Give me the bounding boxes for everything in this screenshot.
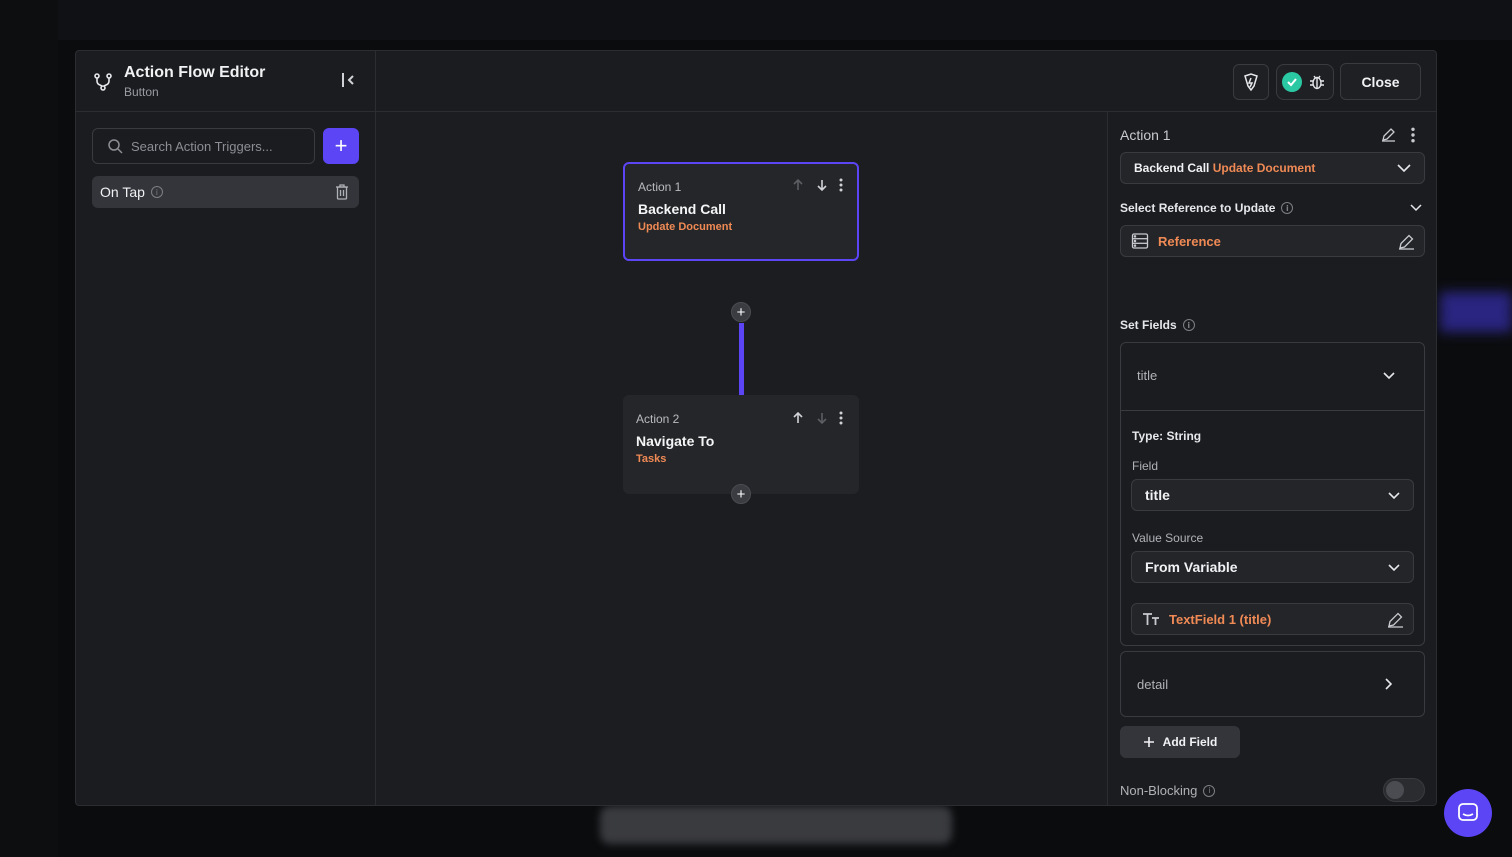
background-toolbar xyxy=(0,0,1512,40)
chevron-right-icon xyxy=(1385,678,1393,690)
field-type: Type: String xyxy=(1132,429,1202,443)
add-field-button[interactable]: Add Field xyxy=(1120,726,1240,758)
info-icon: i xyxy=(1182,319,1195,331)
toggle-knob xyxy=(1386,781,1404,799)
bolt-icon xyxy=(1244,73,1258,92)
field-name: title xyxy=(1137,368,1158,383)
value-source: From Variable xyxy=(1145,559,1238,575)
add-field-label: Add Field xyxy=(1162,735,1218,749)
card-controls xyxy=(791,411,843,425)
action-detail: Tasks xyxy=(636,453,667,465)
trigger-item-on-tap[interactable]: On Tap i xyxy=(92,176,359,208)
non-blocking-row: Non-Blocking i xyxy=(1120,783,1216,798)
search-box[interactable] xyxy=(92,128,315,164)
action-name: Navigate To xyxy=(636,433,715,449)
action-subtype: Update Document xyxy=(1212,161,1316,175)
flow-connector xyxy=(739,323,744,395)
add-action-button-1[interactable]: + xyxy=(731,302,751,322)
background-sidebar xyxy=(0,0,58,857)
arrow-down-icon[interactable] xyxy=(815,178,829,192)
field-item-title: title Type: String Field title Value Sou… xyxy=(1120,342,1425,646)
more-icon[interactable] xyxy=(1410,127,1416,143)
action-type: Backend Call xyxy=(1134,161,1210,175)
add-trigger-button[interactable]: + xyxy=(323,128,359,164)
close-button[interactable]: Close xyxy=(1340,63,1421,100)
info-icon: i xyxy=(1203,784,1216,797)
action-title: Action 1 xyxy=(1120,127,1171,143)
flow-canvas[interactable]: Action 1 Backend Call Update Document + … xyxy=(376,112,1107,805)
info-icon: i xyxy=(1281,202,1294,214)
value-source-label: Value Source xyxy=(1132,531,1204,545)
field-header[interactable]: title xyxy=(1121,343,1424,411)
trigger-panel: + On Tap i xyxy=(76,112,376,805)
editor-header: Action Flow Editor Button xyxy=(76,51,376,112)
plus-icon xyxy=(1143,737,1154,747)
action-card-1[interactable]: Action 1 Backend Call Update Document xyxy=(623,162,859,261)
chevron-down-icon xyxy=(1388,564,1400,572)
action-number: Action 1 xyxy=(638,180,682,194)
more-icon[interactable] xyxy=(839,411,843,425)
arrow-up-icon[interactable] xyxy=(791,411,805,425)
action-properties-panel: Action 1 Backend Call Update Document Se… xyxy=(1107,112,1436,805)
search-input[interactable] xyxy=(131,138,311,154)
add-action-button-2[interactable]: + xyxy=(731,484,751,504)
field-select[interactable]: title xyxy=(1131,479,1414,511)
background-bottom-bar xyxy=(600,806,952,844)
reference-value: Reference xyxy=(1158,233,1221,249)
chat-button[interactable] xyxy=(1444,789,1492,837)
page-subtitle: Button xyxy=(124,85,159,99)
action-name: Backend Call xyxy=(638,201,726,217)
action-card-2[interactable]: Action 2 Navigate To Tasks xyxy=(623,395,859,494)
non-blocking-toggle[interactable] xyxy=(1383,778,1425,802)
flow-icon xyxy=(94,73,112,91)
set-fields-label: Set Fields xyxy=(1120,318,1177,332)
chevron-down-icon xyxy=(1383,372,1395,380)
trigger-label: On Tap xyxy=(100,184,145,200)
bug-icon[interactable] xyxy=(1308,73,1326,91)
ai-button[interactable] xyxy=(1233,64,1269,100)
ref-label: Select Reference to Update xyxy=(1120,201,1276,215)
arrow-down-icon[interactable] xyxy=(815,411,829,425)
chevron-down-icon xyxy=(1410,204,1422,212)
info-icon: i xyxy=(150,186,163,198)
database-icon xyxy=(1131,233,1149,249)
field-label: Field xyxy=(1132,459,1159,473)
reference-field[interactable]: Reference xyxy=(1120,225,1425,257)
chevron-down-icon xyxy=(1397,164,1411,173)
search-icon xyxy=(108,139,123,154)
value-source-select[interactable]: From Variable xyxy=(1131,551,1414,583)
editor-toolbar: Close xyxy=(376,51,1436,112)
variable-field[interactable]: TextField 1 (title) xyxy=(1131,603,1414,635)
action-detail: Update Document xyxy=(638,221,733,233)
edit-icon[interactable] xyxy=(1381,127,1396,142)
non-blocking-label: Non-Blocking xyxy=(1120,783,1198,798)
edit-icon[interactable] xyxy=(1398,233,1415,250)
collapse-icon[interactable] xyxy=(340,71,358,89)
background-accent xyxy=(1440,292,1512,332)
set-fields-header: Set Fields i xyxy=(1120,318,1195,332)
action-flow-editor-modal: Action Flow Editor Button + On Tap i xyxy=(75,50,1437,806)
check-icon xyxy=(1282,72,1302,92)
field-item-detail[interactable]: detail xyxy=(1120,651,1425,717)
action-number: Action 2 xyxy=(636,412,680,426)
trash-icon[interactable] xyxy=(335,184,349,200)
variable-value: TextField 1 (title) xyxy=(1169,611,1272,627)
status-group[interactable] xyxy=(1276,64,1334,100)
ref-section-header[interactable]: Select Reference to Update i xyxy=(1120,201,1425,215)
card-controls xyxy=(791,178,843,192)
chat-icon xyxy=(1458,803,1478,821)
page-title: Action Flow Editor xyxy=(124,64,266,81)
field-value: title xyxy=(1145,487,1170,503)
action-type-select[interactable]: Backend Call Update Document xyxy=(1120,152,1425,184)
edit-icon[interactable] xyxy=(1387,611,1404,628)
arrow-up-icon[interactable] xyxy=(791,178,805,192)
more-icon[interactable] xyxy=(839,178,843,192)
text-icon xyxy=(1143,613,1159,625)
chevron-down-icon xyxy=(1388,492,1400,500)
field-name: detail xyxy=(1137,677,1169,692)
